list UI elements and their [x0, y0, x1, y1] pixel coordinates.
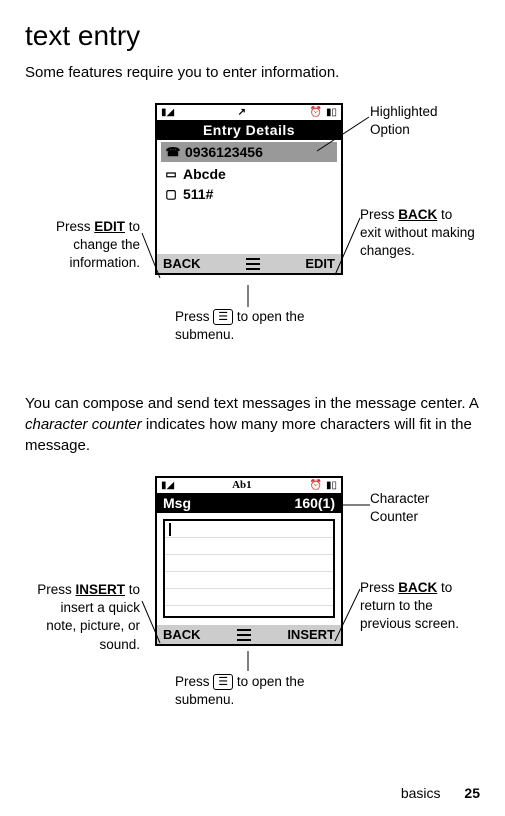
menu-keycap-2: ☰	[213, 674, 233, 690]
callout-menu: Press ☰ to open the submenu.	[175, 308, 345, 344]
signal-icon	[161, 480, 174, 491]
leader-line	[245, 285, 251, 309]
page-footer: basics 25	[401, 785, 480, 801]
screen1-titlebar: Entry Details	[157, 120, 341, 140]
back-softkey-2[interactable]: BACK	[163, 627, 201, 642]
sim-icon: ▢	[163, 187, 179, 201]
callout-back: Press BACK to exit without making change…	[360, 206, 475, 261]
figure-entry-details: Entry Details ☎ 0936123456 ▭ Abcde ▢ 511…	[25, 103, 480, 363]
leader-line	[245, 651, 251, 673]
softkey-bar-1: BACK EDIT	[157, 254, 341, 273]
footer-section: basics	[401, 785, 441, 801]
screen2-titlebar: Msg 160(1)	[157, 493, 341, 513]
para-compose-text: You can compose and send text messages i…	[25, 395, 478, 454]
page-heading: text entry	[25, 20, 480, 52]
entry-row-name[interactable]: ▭ Abcde	[157, 164, 341, 184]
back-softkey[interactable]: BACK	[163, 256, 201, 271]
callout-back-2: Press BACK to return to the previous scr…	[360, 579, 475, 634]
menu-keycap: ☰	[213, 309, 233, 325]
battery-icon	[326, 107, 337, 118]
para-compose: You can compose and send text messages i…	[25, 393, 480, 456]
text-mode-indicator: Ab1	[232, 480, 252, 491]
callout-insert: Press INSERT to insert a quick note, pic…	[35, 581, 140, 654]
signal-icon	[161, 107, 174, 118]
entry-row-ext-value: 511#	[183, 186, 213, 202]
figure-msg: Ab1 Msg 160(1) BACK INSERT Character Cou…	[25, 476, 480, 766]
callout-menu-2: Press ☰ to open the submenu.	[175, 673, 345, 709]
message-textarea[interactable]	[163, 519, 335, 618]
entry-row-phone[interactable]: ☎ 0936123456	[161, 142, 337, 162]
screen2-title: Msg	[163, 495, 191, 511]
status-bar: Ab1	[157, 478, 341, 493]
battery-icon	[326, 480, 337, 491]
entry-row-name-value: Abcde	[183, 166, 226, 182]
callout-edit: Press EDIT to change the information.	[35, 218, 140, 273]
softkey-bar-2: BACK INSERT	[157, 625, 341, 644]
callout-highlighted-option: Highlighted Option	[370, 103, 480, 139]
entry-row-phone-value: 0936123456	[185, 144, 263, 160]
callout-counter: Character Counter	[370, 490, 480, 526]
phone-screen-2: Ab1 Msg 160(1) BACK INSERT	[155, 476, 343, 646]
text-cursor	[169, 523, 171, 536]
phone-screen-1: Entry Details ☎ 0936123456 ▭ Abcde ▢ 511…	[155, 103, 343, 275]
menu-softkey-2[interactable]	[237, 629, 251, 641]
edit-softkey[interactable]: EDIT	[305, 256, 335, 271]
card-icon: ▭	[163, 167, 179, 181]
call-icon	[238, 107, 246, 118]
entry-row-ext[interactable]: ▢ 511#	[157, 184, 341, 204]
alarm-icon	[310, 107, 322, 118]
phone-icon: ☎	[165, 145, 181, 159]
insert-softkey[interactable]: INSERT	[287, 627, 335, 642]
menu-softkey[interactable]	[246, 258, 260, 270]
character-counter: 160(1)	[295, 495, 335, 511]
alarm-icon	[310, 480, 322, 491]
footer-page-number: 25	[464, 785, 480, 801]
intro-paragraph: Some features require you to enter infor…	[25, 62, 480, 83]
status-bar	[157, 105, 341, 120]
